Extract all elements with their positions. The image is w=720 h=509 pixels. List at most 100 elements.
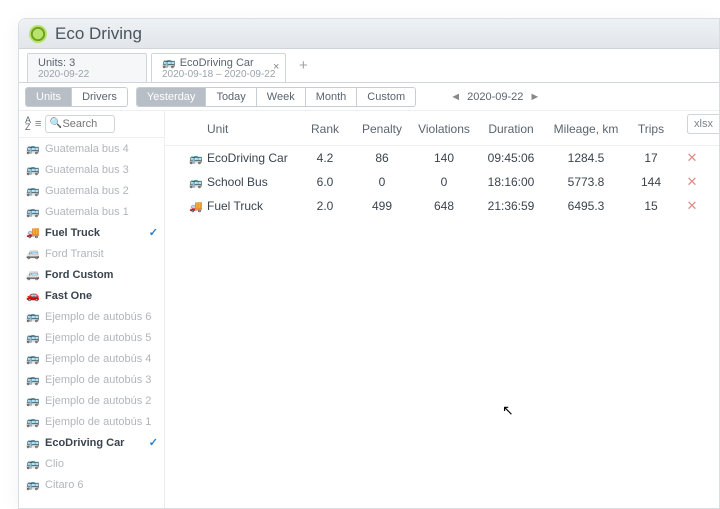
vehicle-icon: 🚌 (25, 184, 41, 197)
sidebar-item[interactable]: 🚌Guatemala bus 1 (19, 201, 164, 222)
cell-trips: 17 (625, 151, 677, 165)
col-unit[interactable]: Unit (207, 122, 299, 136)
tab-ecodriving-car[interactable]: 🚌 EcoDriving Car 2020-09-18 – 2020-09-22… (151, 53, 286, 82)
range-custom[interactable]: Custom (356, 88, 415, 106)
remove-row-icon[interactable]: ✕ (677, 198, 707, 214)
unit-name: Clio (45, 458, 64, 470)
cell-rank: 2.0 (299, 199, 351, 213)
col-penalty[interactable]: Penalty (351, 122, 413, 136)
table-row[interactable]: 🚌School Bus6.00018:16:005773.8144✕ (165, 170, 719, 194)
check-icon: ✓ (149, 226, 158, 239)
sidebar-item[interactable]: 🚌 Ejemplo de autobús 2 (19, 390, 164, 411)
sidebar-item[interactable]: 🚌 Ejemplo de autobús 6 (19, 306, 164, 327)
vehicle-icon: 🚗 (25, 289, 41, 302)
unit-name: Ejemplo de autobús 1 (45, 416, 151, 428)
vehicle-icon: 🚌 (25, 436, 41, 449)
vehicle-icon: 🚌 (25, 394, 41, 407)
vehicle-icon: 🚌 (162, 56, 176, 69)
filter-icon[interactable]: ≡ (35, 118, 41, 130)
cell-penalty: 86 (351, 151, 413, 165)
sidebar-controls: AZ ≡ 🔍 (19, 111, 164, 138)
cell-violations: 0 (413, 175, 475, 189)
unit-name: Guatemala bus 1 (45, 206, 129, 218)
vehicle-icon: 🚌 (25, 478, 41, 491)
col-duration[interactable]: Duration (475, 122, 547, 136)
tab-line2: 2020-09-18 – 2020-09-22 (162, 69, 275, 80)
tab-line1: Units: 3 (38, 57, 136, 69)
sidebar-item[interactable]: 🚗 Fast One (19, 285, 164, 306)
col-trips[interactable]: Trips (625, 122, 677, 136)
unit-name: Ejemplo de autobús 4 (45, 353, 151, 365)
range-today[interactable]: Today (205, 88, 255, 106)
cell-duration: 18:16:00 (475, 175, 547, 189)
sidebar-item[interactable]: 🚌 Citaro 6 (19, 474, 164, 495)
unit-list[interactable]: 🚌Guatemala bus 4🚌Guatemala bus 3🚌Guatema… (19, 138, 164, 508)
sidebar-item[interactable]: 🚐Ford Transit (19, 243, 164, 264)
vehicle-icon: 🚌 (25, 142, 41, 155)
units-drivers-toggle: Units Drivers (25, 87, 128, 107)
sidebar-item[interactable]: 🚌Clio (19, 453, 164, 474)
check-icon: ✓ (149, 436, 158, 449)
vehicle-icon: 🚐 (25, 247, 41, 260)
export-xlsx-button[interactable]: xlsx (687, 114, 719, 134)
remove-row-icon[interactable]: ✕ (677, 150, 707, 166)
vehicle-icon: 🚌 (25, 373, 41, 386)
sidebar-item[interactable]: 🚌Ejemplo de autobús 3 (19, 369, 164, 390)
cell-mileage: 1284.5 (547, 151, 625, 165)
sort-az-icon[interactable]: AZ (25, 117, 31, 131)
sidebar-item[interactable]: 🚌 Guatemala bus 3 (19, 159, 164, 180)
unit-name: Ejemplo de autobús 6 (45, 311, 151, 323)
drivers-button[interactable]: Drivers (71, 88, 127, 106)
app-title: Eco Driving (55, 24, 142, 44)
vehicle-icon: 🚌 (189, 152, 207, 165)
col-mileage[interactable]: Mileage, km (547, 122, 625, 136)
vehicle-icon: 🚌 (25, 352, 41, 365)
unit-sidebar: AZ ≡ 🔍 🚌Guatemala bus 4🚌Guatemala bus 3🚌… (19, 111, 165, 508)
close-icon[interactable]: × (273, 61, 279, 73)
current-date: 2020-09-22 (467, 91, 523, 103)
unit-name: Ejemplo de autobús 2 (45, 395, 151, 407)
cell-unit: School Bus (207, 175, 299, 189)
range-month[interactable]: Month (305, 88, 357, 106)
vehicle-icon: 🚌 (25, 331, 41, 344)
cell-violations: 648 (413, 199, 475, 213)
tab-line1: 🚌 EcoDriving Car (162, 56, 275, 69)
vehicle-icon: 🚌 (25, 163, 41, 176)
content-body: AZ ≡ 🔍 🚌Guatemala bus 4🚌Guatemala bus 3🚌… (19, 111, 719, 508)
prev-day-button[interactable]: ◄ (444, 91, 467, 103)
unit-name: EcoDriving Car (45, 437, 124, 449)
sidebar-item[interactable]: 🚌 Ejemplo de autobús 4 (19, 348, 164, 369)
report-area: xlsx Unit Rank Penalty Violations Durati… (165, 111, 719, 508)
cell-violations: 140 (413, 151, 475, 165)
range-yesterday[interactable]: Yesterday (137, 88, 206, 106)
eco-logo-icon (29, 25, 47, 43)
vehicle-icon: 🚌 (25, 310, 41, 323)
unit-name: Fast One (45, 290, 92, 302)
table-row[interactable]: 🚌EcoDriving Car4.28614009:45:061284.517✕ (165, 146, 719, 170)
vehicle-icon: 🚐 (25, 268, 41, 281)
tab-units-summary[interactable]: Units: 3 2020-09-22 (27, 53, 147, 82)
units-button[interactable]: Units (26, 88, 71, 106)
add-tab-button[interactable]: + (288, 49, 318, 82)
cell-unit: Fuel Truck (207, 199, 299, 213)
sidebar-item[interactable]: 🚌Ejemplo de autobús 5 (19, 327, 164, 348)
titlebar: Eco Driving (19, 19, 719, 49)
unit-name: Fuel Truck (45, 227, 100, 239)
sidebar-item[interactable]: 🚌Guatemala bus 4 (19, 138, 164, 159)
range-week[interactable]: Week (256, 88, 305, 106)
unit-name: Citaro 6 (45, 479, 84, 491)
next-day-button[interactable]: ► (523, 91, 546, 103)
cell-penalty: 499 (351, 199, 413, 213)
table-row[interactable]: 🚚Fuel Truck2.049964821:36:596495.315✕ (165, 194, 719, 218)
sidebar-item[interactable]: 🚚Fuel Truck✓ (19, 222, 164, 243)
sidebar-item[interactable]: 🚐Ford Custom (19, 264, 164, 285)
unit-name: Guatemala bus 3 (45, 164, 129, 176)
col-violations[interactable]: Violations (413, 122, 475, 136)
sidebar-item[interactable]: 🚌Ejemplo de autobús 1 (19, 411, 164, 432)
remove-row-icon[interactable]: ✕ (677, 174, 707, 190)
sidebar-item[interactable]: 🚌Guatemala bus 2 (19, 180, 164, 201)
vehicle-icon: 🚌 (189, 176, 207, 189)
col-rank[interactable]: Rank (299, 122, 351, 136)
sidebar-item[interactable]: 🚌 EcoDriving Car ✓ (19, 432, 164, 453)
cell-rank: 6.0 (299, 175, 351, 189)
